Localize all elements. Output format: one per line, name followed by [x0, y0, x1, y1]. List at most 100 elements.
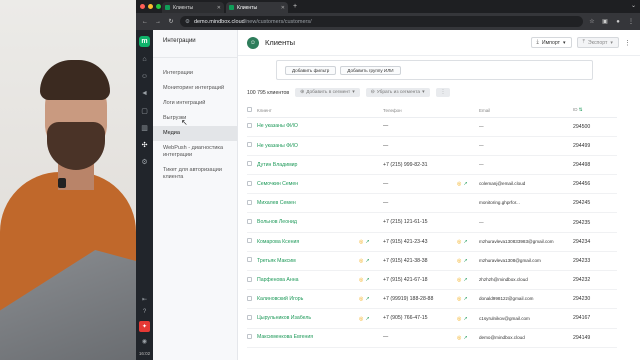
add-or-group-button[interactable]: Добавить группу ИЛИ	[340, 65, 401, 75]
url-field[interactable]: ⚙ demo.mindbox.cloud/new/customers/custo…	[180, 16, 583, 27]
client-name[interactable]: Вольнов Леонид	[257, 219, 357, 225]
client-name[interactable]: Не указаны ФИО	[257, 123, 357, 129]
client-name-cell[interactable]: Не указаны ФИО	[257, 117, 383, 137]
help-icon[interactable]: ?	[143, 309, 146, 315]
bag-icon[interactable]: ▢	[140, 106, 149, 115]
table-row[interactable]: Не указаны ФИО — — 294500	[247, 117, 617, 137]
minimize-window-icon[interactable]	[148, 4, 153, 9]
more-options-icon[interactable]: ⋮	[624, 39, 631, 47]
back-icon[interactable]: ←	[141, 19, 149, 25]
row-checkbox[interactable]	[247, 238, 252, 244]
forward-icon[interactable]: →	[154, 19, 162, 25]
client-name[interactable]: Михалев Семен	[257, 200, 357, 206]
notifications-icon[interactable]: ✦	[139, 321, 150, 332]
client-name[interactable]: Третьяк Максим	[257, 258, 357, 264]
add-to-segment-button[interactable]: ⊕ Добавить в сегмент ▾	[295, 88, 360, 97]
collapse-icon[interactable]: ⇤	[142, 296, 147, 303]
select-all-checkbox[interactable]	[247, 107, 252, 113]
submenu-item-webpush[interactable]: WebPush - диагностика интеграции	[153, 141, 237, 163]
profile-icon[interactable]: ●	[614, 19, 622, 25]
client-name-cell[interactable]: Третьяк Максим ◎ ↗	[257, 251, 383, 272]
client-name-cell[interactable]: Комарова Ксения ◎ ↗	[257, 232, 383, 252]
submenu-item-integrations[interactable]: Интеграции	[153, 66, 237, 81]
client-name-cell[interactable]: Максименкова Евгения	[257, 328, 383, 348]
table-row[interactable]: Дутин Владимир +7 (215) 999-82-31 — 294498	[247, 155, 617, 176]
users-icon[interactable]: ☺	[140, 72, 149, 81]
row-checkbox[interactable]	[247, 257, 252, 263]
row-checkbox[interactable]	[247, 161, 252, 167]
maximize-window-icon[interactable]	[156, 4, 161, 9]
close-tab-icon[interactable]: ✕	[217, 5, 221, 11]
client-name[interactable]: Калиновский Игорь	[257, 296, 357, 302]
remove-from-segment-button[interactable]: ⊖ Убрать из сегмента ▾	[365, 88, 430, 97]
client-name-cell[interactable]: Дутин Владимир	[257, 155, 383, 176]
browser-menu-icon[interactable]: ⋮	[627, 18, 635, 25]
row-checkbox[interactable]	[247, 314, 252, 320]
link-icon: ↗	[463, 334, 468, 341]
table-row[interactable]: Комарова Ксения ◎ ↗ +7 (915) 421-23-43 ◎ ↗ mzh…	[247, 232, 617, 252]
close-window-icon[interactable]	[140, 4, 145, 9]
client-name[interactable]: Комарова Ксения	[257, 239, 357, 245]
puzzle-icon[interactable]: ✣	[140, 140, 149, 149]
gear-icon[interactable]: ⚙	[140, 157, 149, 166]
client-name[interactable]: Дутин Владимир	[257, 162, 357, 168]
client-name[interactable]: Семочкин Семен	[257, 181, 357, 187]
submenu-item-exports[interactable]: Выгрузки	[153, 111, 237, 126]
home-icon[interactable]: ⌂	[140, 55, 149, 64]
client-name-cell[interactable]: Михалев Семен	[257, 193, 383, 214]
close-tab-icon[interactable]: ✕	[281, 5, 285, 11]
table-row[interactable]: Третьяк Максим ◎ ↗ +7 (915) 421-38-38 ◎ ↗ mzhu…	[247, 251, 617, 272]
submenu-item-logs[interactable]: Логи интеграций	[153, 96, 237, 111]
export-button[interactable]: ⤒ Экспорт ▾	[576, 37, 619, 48]
table-row[interactable]: Не указаны ФИО — — 294499	[247, 136, 617, 156]
reload-icon[interactable]: ↻	[167, 18, 175, 25]
import-button[interactable]: ⤓ Импорт ▾	[530, 37, 572, 48]
account-icon[interactable]: ◉	[142, 338, 147, 345]
row-checkbox[interactable]	[247, 123, 252, 129]
new-tab-icon[interactable]: +	[290, 3, 300, 10]
add-filter-button[interactable]: Добавить фильтр	[285, 65, 337, 75]
column-phone[interactable]: Телефон	[383, 104, 479, 118]
bookmark-star-icon[interactable]: ☆	[588, 18, 596, 25]
extensions-icon[interactable]: ▣	[601, 18, 609, 25]
row-checkbox[interactable]	[247, 276, 252, 282]
client-name-cell[interactable]: Парфенова Анна ◎ ↗	[257, 270, 383, 291]
client-name[interactable]: Парфенова Анна	[257, 277, 357, 283]
submenu-item-media[interactable]: Медиа	[153, 126, 237, 141]
mindbox-logo-icon[interactable]: m	[139, 36, 150, 47]
column-email[interactable]: Email	[479, 104, 573, 118]
column-client[interactable]: Клиент	[257, 104, 383, 118]
client-name[interactable]: Цырульников Изабель	[257, 315, 357, 321]
row-checkbox[interactable]	[247, 142, 252, 148]
row-checkbox[interactable]	[247, 199, 252, 205]
client-name-cell[interactable]: Цырульников Изабель ◎ ↗	[257, 308, 383, 329]
browser-tab-2[interactable]: Клиенты ✕	[226, 2, 288, 13]
row-checkbox[interactable]	[247, 295, 252, 301]
table-row[interactable]: Максименкова Евгения — ◎ ↗ demo@mindbox.clou…	[247, 328, 617, 348]
chart-icon[interactable]: ▥	[140, 123, 149, 132]
browser-tab-1[interactable]: Клиенты ✕	[162, 2, 224, 13]
row-checkbox[interactable]	[247, 180, 252, 186]
more-actions-button[interactable]: ⋮	[435, 88, 451, 97]
table-row[interactable]: Семочкин Семен — ◎ ↗ colemanj@email.cloud 294…	[247, 174, 617, 195]
row-checkbox[interactable]	[247, 219, 252, 225]
megaphone-icon[interactable]: ◄	[140, 89, 149, 98]
column-id[interactable]: ID ⇅	[573, 104, 617, 118]
tab-search-icon[interactable]: ⌄	[631, 2, 636, 9]
client-name-cell[interactable]: Калиновский Игорь ◎ ↗	[257, 289, 383, 310]
client-name-cell[interactable]: Вольнов Леонид	[257, 212, 383, 233]
submenu-item-ticket[interactable]: Тикет для авторизации клиента	[153, 163, 237, 185]
client-name[interactable]: Не указаны ФИО	[257, 143, 357, 149]
table-row[interactable]: Калиновский Игорь ◎ ↗ +7 (99919) 188-28-88 ◎…	[247, 289, 617, 310]
table-row[interactable]: Парфенова Анна ◎ ↗ +7 (915) 421-67-18 ◎ ↗ zhzh…	[247, 270, 617, 291]
client-name-cell[interactable]: Не указаны ФИО	[257, 136, 383, 156]
table-row[interactable]: Цырульников Изабель ◎ ↗ +7 (905) 766-47-15 ◎…	[247, 308, 617, 329]
client-name-cell[interactable]: Семочкин Семен	[257, 174, 383, 195]
row-checkbox[interactable]	[247, 334, 252, 340]
table-row[interactable]: Вольнов Леонид +7 (215) 121-61-15 — 294235	[247, 212, 617, 233]
client-name[interactable]: Максименкова Евгения	[257, 334, 357, 340]
site-info-icon[interactable]: ⚙	[185, 19, 190, 25]
submenu-item-monitoring[interactable]: Мониторинг интеграций	[153, 81, 237, 96]
table-row[interactable]: Михалев Семен — monitoring.ghprfor... 29424…	[247, 193, 617, 214]
id-cell: 294167	[573, 308, 617, 329]
